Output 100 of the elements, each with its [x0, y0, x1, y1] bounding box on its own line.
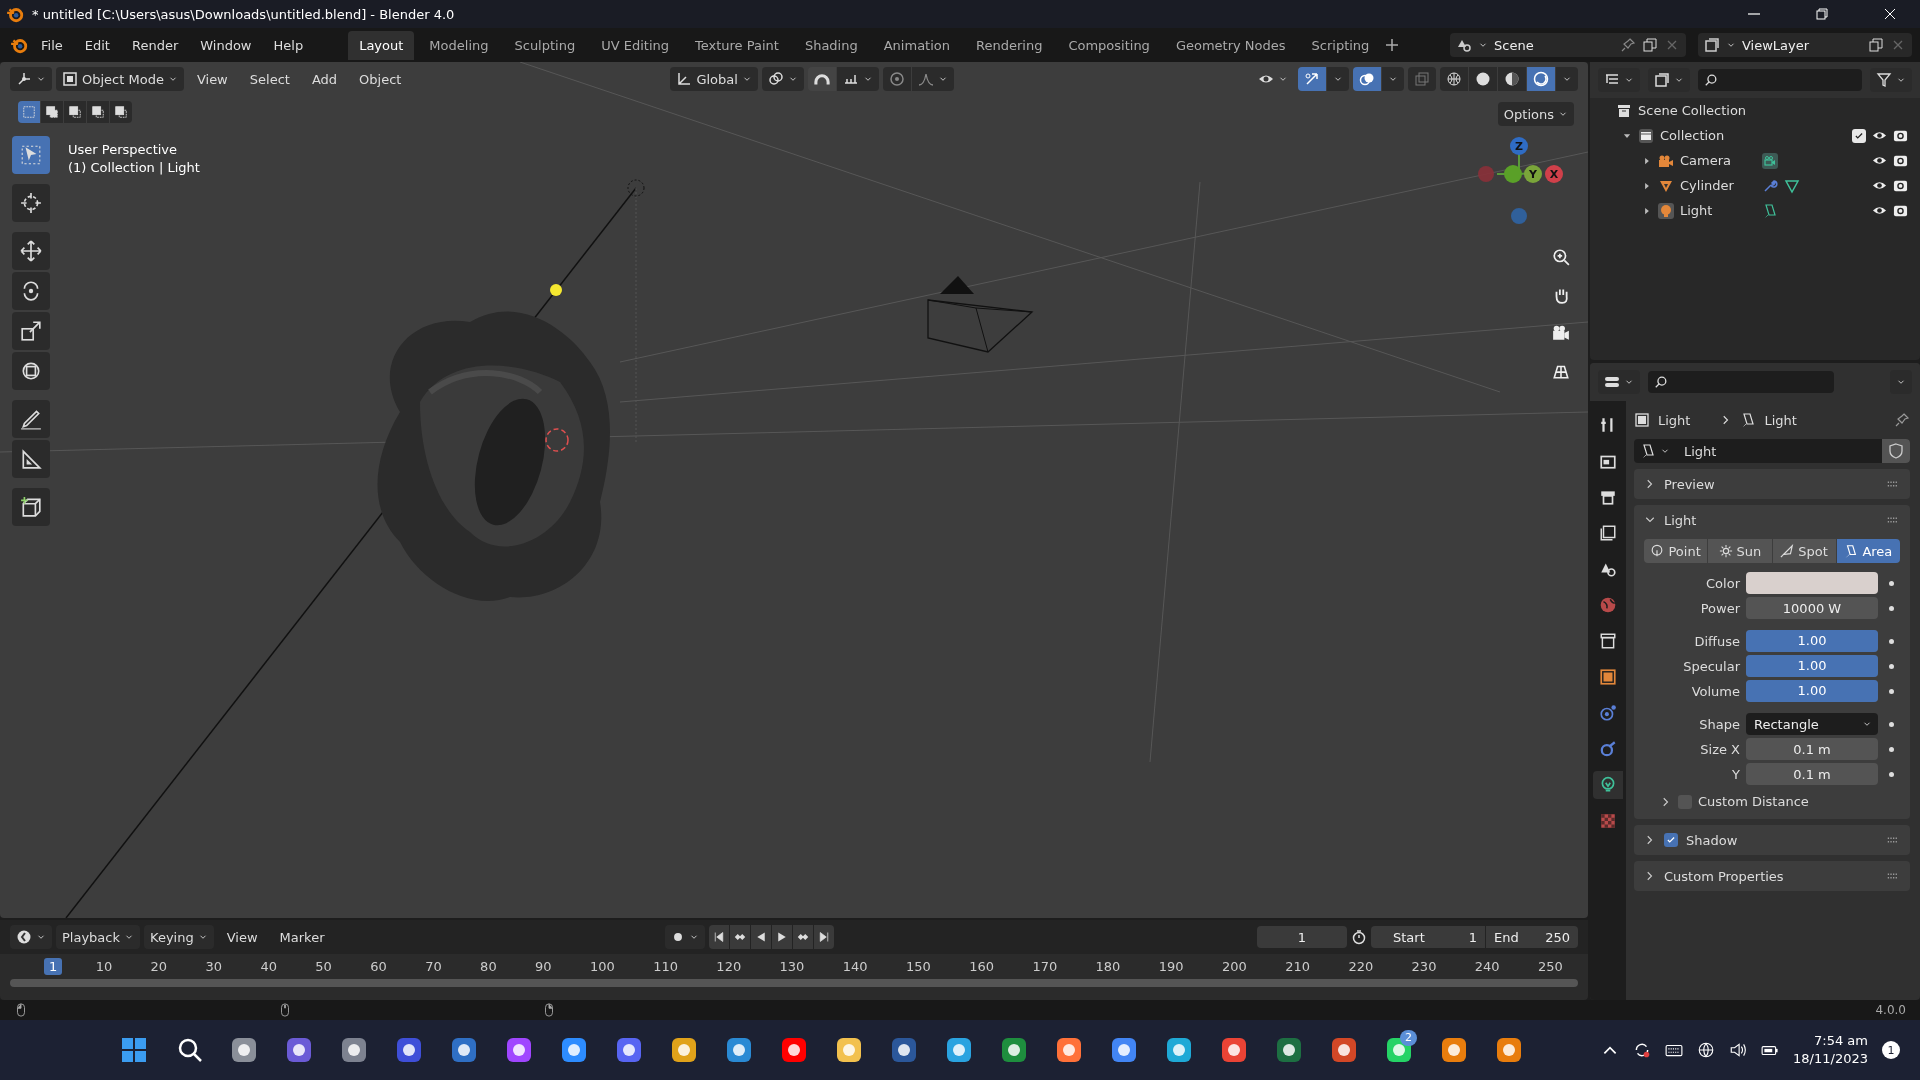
menu-item[interactable]: Window: [191, 33, 261, 57]
slider-field[interactable]: 1.00: [1746, 655, 1878, 677]
frame-number: 200: [1221, 958, 1248, 975]
field-label: Y: [1731, 766, 1740, 782]
frame-number: 230: [1410, 958, 1438, 975]
frame-number: 70: [424, 958, 443, 975]
outliner-row[interactable]: Light: [1590, 198, 1920, 223]
panel-header[interactable]: Light: [1634, 505, 1910, 535]
workspace-tab[interactable]: Shading: [793, 30, 869, 60]
mode-dropdown[interactable]: Object Mode: [56, 67, 184, 91]
timeline-menu[interactable]: Marker: [270, 926, 334, 948]
field-label: Shape: [1698, 716, 1740, 732]
viewport-menu[interactable]: Add: [302, 68, 347, 90]
panel-title: Shadow: [1686, 832, 1739, 848]
field-label: Volume: [1690, 683, 1740, 699]
light-type-button[interactable]: Spot: [1772, 539, 1836, 563]
slider-field[interactable]: 1.00: [1746, 630, 1878, 652]
timeline-menu[interactable]: Keying: [144, 925, 214, 949]
navigation-gizmo-drawing[interactable]: Z Y X: [1478, 137, 1563, 224]
frame-number: 240: [1473, 958, 1501, 975]
frame-number: 40: [259, 958, 278, 975]
frame-number: 20: [149, 958, 169, 975]
field-label: Color: [1705, 575, 1740, 591]
shape-dropdown[interactable]: Rectangle: [1746, 713, 1878, 735]
light-type-button[interactable]: Area: [1836, 539, 1900, 563]
workspace-tab[interactable]: Geometry Nodes: [1164, 30, 1297, 60]
clock[interactable]: 7:54 am 18/11/2023: [1793, 1032, 1868, 1068]
menu-item[interactable]: Render: [122, 33, 188, 57]
playhead-marker[interactable]: 1: [44, 958, 63, 975]
panel-title: Custom Properties: [1664, 868, 1785, 884]
orientation-dropdown[interactable]: Global: [670, 67, 758, 91]
frame-number: 120: [715, 958, 743, 975]
outliner-item-name: Cylinder: [1680, 178, 1735, 193]
breadcrumb-item: Light: [1764, 412, 1797, 428]
panel-title: Preview: [1664, 476, 1716, 492]
outliner-item-name: Light: [1680, 203, 1714, 218]
panel-title: Light: [1664, 512, 1698, 528]
workspace-tab[interactable]: Sculpting: [503, 30, 587, 60]
timeline-menu[interactable]: Playback: [56, 925, 140, 949]
frame-number: 60: [369, 958, 388, 975]
menu-item[interactable]: Edit: [75, 33, 119, 57]
viewport-info-text: (1) Collection | Light: [68, 160, 200, 175]
number-field[interactable]: 0.1 m: [1746, 763, 1878, 785]
viewport-menu[interactable]: Select: [240, 68, 299, 90]
frame-number: 180: [1094, 958, 1122, 975]
notification-count[interactable]: 1: [1882, 1041, 1900, 1059]
start-frame-field[interactable]: Start 1: [1371, 926, 1485, 948]
end-frame-field[interactable]: End 250: [1486, 926, 1578, 948]
frame-number: 220: [1347, 958, 1375, 975]
timeline-menu[interactable]: View: [217, 926, 267, 948]
workspace-tab[interactable]: Layout: [348, 30, 415, 60]
field-label: Power: [1699, 600, 1740, 616]
workspace-tab[interactable]: Compositing: [1057, 30, 1161, 60]
workspace-tab[interactable]: UV Editing: [590, 30, 680, 60]
panel-header[interactable]: Preview: [1634, 469, 1910, 499]
frame-number: 130: [778, 958, 806, 975]
frame-number: 10: [94, 958, 114, 975]
slider-field[interactable]: 1.00: [1746, 680, 1878, 702]
workspace-tab[interactable]: Modeling: [418, 30, 500, 60]
frame-number: 160: [968, 958, 995, 975]
frame-number: 100: [588, 958, 616, 975]
current-frame-field[interactable]: 1: [1257, 926, 1347, 948]
frame-number: 30: [204, 958, 224, 975]
field-label: Specular: [1682, 658, 1740, 674]
outliner-row[interactable]: Cylinder: [1590, 173, 1920, 198]
frame-number: 250: [1537, 958, 1564, 975]
outliner-item-name[interactable]: Scene Collection: [1638, 103, 1747, 118]
outliner-item-name: Camera: [1680, 153, 1733, 168]
view-layer-selector[interactable]: ViewLayer: [1698, 33, 1912, 57]
viewport-menu[interactable]: View: [187, 68, 237, 90]
workspace-tab[interactable]: Scripting: [1300, 30, 1381, 60]
number-field[interactable]: 10000 W: [1746, 597, 1878, 619]
window-title: * untitled [C:\Users\asus\Downloads\untitled.blend] - Blender 4.0: [32, 6, 455, 22]
menu-item[interactable]: File: [32, 33, 72, 57]
frame-number: 190: [1157, 958, 1185, 975]
number-field[interactable]: 0.1 m: [1746, 738, 1878, 760]
frame-number: 210: [1284, 958, 1311, 975]
frame-number: 110: [652, 958, 679, 975]
version-text: 4.0.0: [1875, 1003, 1906, 1017]
viewport-menu[interactable]: Object: [350, 68, 411, 90]
viewport-info-text: User Perspective: [68, 142, 179, 157]
workspace-tab[interactable]: Texture Paint: [684, 30, 790, 60]
workspace-tab[interactable]: Rendering: [965, 30, 1054, 60]
outliner-item-name: Collection: [1660, 128, 1726, 143]
workspace-tab[interactable]: Animation: [872, 30, 961, 60]
frame-number: 150: [904, 958, 932, 975]
field-label: Size X: [1699, 741, 1740, 757]
light-type-button[interactable]: Point: [1644, 539, 1708, 563]
3d-viewport[interactable]: Object Mode View Select Add Object Global Options User Perspective (1) Collection | Light Z Y X: [0, 62, 1588, 918]
options-dropdown[interactable]: Options: [1497, 102, 1574, 126]
panel-header[interactable]: Shadow: [1634, 825, 1910, 855]
outliner-row[interactable]: Collection: [1590, 123, 1920, 148]
scene-selector[interactable]: Scene: [1450, 33, 1686, 57]
menu-item[interactable]: Help: [264, 33, 313, 57]
outliner-row[interactable]: Camera: [1590, 148, 1920, 173]
light-type-button[interactable]: Sun: [1708, 539, 1772, 563]
frame-number: 80: [479, 958, 498, 975]
frame-number: 90: [534, 958, 553, 975]
panel-header[interactable]: Custom Properties: [1634, 861, 1910, 891]
breadcrumb-item: Light: [1658, 412, 1691, 428]
